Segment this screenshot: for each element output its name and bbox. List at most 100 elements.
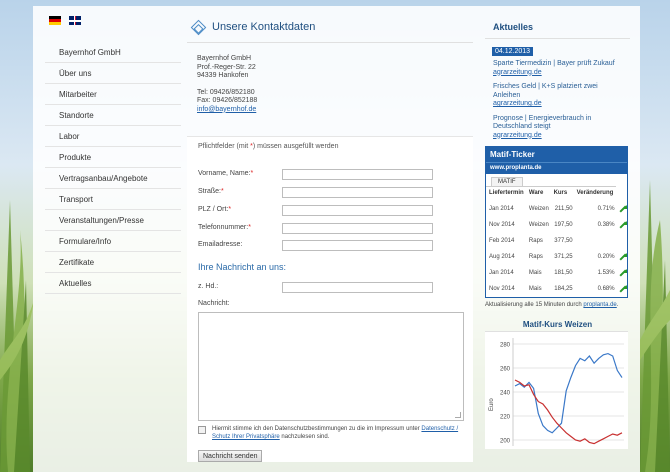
email-link[interactable]: info@bayernhof.de	[197, 106, 256, 113]
label-name: Vorname, Name:*	[198, 170, 254, 177]
submit-button[interactable]: Nachricht senden	[198, 450, 263, 462]
uk-flag-icon[interactable]	[69, 16, 81, 25]
proplanta-link[interactable]: proplanta.de	[583, 302, 616, 308]
y-tick-label: 200	[500, 439, 511, 445]
ticker-change: 0.71%	[597, 206, 615, 212]
page-title: Unsere Kontaktdaten	[212, 21, 316, 33]
nav-item-aktuelles[interactable]: Aktuelles	[45, 273, 181, 294]
message-textarea[interactable]	[198, 312, 464, 421]
ticker-ware: Raps	[528, 254, 543, 260]
ticker-ware: Raps	[528, 238, 543, 244]
phone: Tel: 09426/852180	[197, 88, 255, 96]
series-line	[514, 379, 623, 445]
label-message: Nachricht:	[198, 300, 230, 307]
street: Prof.-Reger-Str. 22	[197, 63, 256, 71]
ticker-table: Liefertermin Ware Kurs Veränderung Jan 2…	[486, 186, 627, 297]
zip-city-input[interactable]	[282, 205, 433, 216]
ticker-kurs: 184,25	[554, 286, 573, 292]
ticker-row: Nov 2014 Mais 184,25 0.68%	[486, 281, 627, 297]
ticker-date: Jan 2014	[489, 270, 514, 276]
wheat-price-chart: 200 220 240 260 280 Euro	[485, 331, 628, 449]
consent-row: Hiermit stimme ich den Datenschutzbestim…	[198, 425, 468, 441]
ticker-row: Aug 2014 Raps 371,25 0.20%	[486, 249, 627, 265]
series-line	[514, 352, 623, 434]
ticker-trend	[616, 233, 627, 249]
ticker-row: Nov 2014 Weizen 197,50 0.38%	[486, 217, 627, 233]
ticker-trend	[616, 217, 627, 233]
y-tick-label: 220	[500, 415, 511, 421]
nav-item-standorte[interactable]: Standorte	[45, 105, 181, 126]
message-heading: Ihre Nachricht an uns:	[198, 262, 287, 272]
nav-item-mitarbeiter[interactable]: Mitarbeiter	[45, 84, 181, 105]
consent-checkbox[interactable]	[198, 426, 206, 434]
chart-title: Matif-Kurs Weizen	[522, 320, 593, 329]
news-item[interactable]: Prognose | Energieverbrauch in Deutschla…	[493, 115, 625, 141]
label-attn: z. Hd.:	[198, 283, 219, 290]
label-street: Straße:*	[198, 188, 224, 195]
ticker-row: Jan 2014 Weizen 211,50 0.71%	[486, 201, 627, 217]
ticker-ware: Mais	[528, 270, 542, 276]
ticker-change	[574, 233, 616, 249]
ticker-date: Aug 2014	[489, 254, 515, 260]
ticker-date: Nov 2014	[489, 222, 515, 228]
contact-address: Bayernhof GmbH Prof.-Reger-Str. 22 94339…	[197, 55, 473, 114]
trend-up-arrow-icon	[619, 253, 626, 260]
german-flag-icon[interactable]	[49, 16, 61, 25]
ticker-title: Matif-Ticker	[486, 147, 627, 162]
ticker-change: 0.38%	[597, 222, 615, 228]
ticker-kurs: 377,50	[554, 238, 573, 244]
nav-item-formulare[interactable]: Formulare/Info	[45, 231, 181, 252]
main-content: Unsere Kontaktdaten Bayernhof GmbH Prof.…	[187, 16, 473, 462]
nav-item-vertragsanbau[interactable]: Vertragsanbau/Angebote	[45, 168, 181, 189]
nav-item-produkte[interactable]: Produkte	[45, 147, 181, 168]
ticker-ware: Weizen	[528, 222, 549, 228]
label-phone: Telefonnummer:*	[198, 224, 251, 231]
consent-text: Hiermit stimme ich den Datenschutzbestim…	[212, 426, 459, 440]
label-zip: PLZ / Ort:*	[198, 206, 232, 213]
col-liefertermin: Liefertermin	[486, 186, 526, 201]
news-date-badge: 04.12.2013	[492, 47, 534, 56]
news-item[interactable]: Sparte Tiermedizin | Bayer prüft Zukauf …	[493, 60, 625, 77]
nav-menu: Bayernhof GmbH Über uns Mitarbeiter Stan…	[45, 42, 181, 294]
ticker-kurs: 211,50	[554, 206, 573, 212]
trend-up-arrow-icon	[619, 269, 626, 276]
ticker-kurs: 371,25	[554, 254, 573, 260]
ticker-trend	[616, 201, 627, 217]
street-input[interactable]	[282, 187, 433, 198]
news-title: Aktuelles	[493, 22, 534, 32]
phone-input[interactable]	[282, 223, 433, 234]
ticker-source[interactable]: www.proplanta.de	[486, 162, 627, 174]
update-note: Aktualisierung alle 15 Minuten durch pro…	[485, 302, 619, 308]
ticker-kurs: 197,50	[554, 222, 573, 228]
nav-item-zertifikate[interactable]: Zertifikate	[45, 252, 181, 273]
name-input[interactable]	[282, 169, 433, 180]
y-tick-label: 280	[500, 343, 511, 349]
chart-svg: 200 220 240 260 280 Euro	[489, 338, 624, 446]
tab-matif[interactable]: MATIF	[491, 177, 523, 186]
page-header: Unsere Kontaktdaten	[187, 16, 473, 38]
nav-item-veranstaltungen[interactable]: Veranstaltungen/Presse	[45, 210, 181, 231]
ticker-row: Feb 2014 Raps 377,50	[486, 233, 627, 249]
ticker-change: 1.53%	[597, 270, 615, 276]
right-sidebar: Aktuelles 04.12.2013 Sparte Tiermedizin …	[485, 16, 630, 449]
attn-input[interactable]	[282, 282, 433, 293]
divider	[485, 38, 630, 39]
divider	[187, 42, 473, 43]
nav-item-bayernhof[interactable]: Bayernhof GmbH	[45, 42, 181, 63]
label-email: Emailadresse:	[198, 241, 243, 248]
nav-item-transport[interactable]: Transport	[45, 189, 181, 210]
nav-item-labor[interactable]: Labor	[45, 126, 181, 147]
y-axis-label: Euro	[489, 398, 495, 411]
ticker-date: Nov 2014	[489, 286, 515, 292]
trend-up-arrow-icon	[619, 205, 626, 212]
news-list: Sparte Tiermedizin | Bayer prüft Zukauf …	[493, 60, 625, 140]
trend-up-arrow-icon	[619, 221, 626, 228]
ticker-ware: Mais	[528, 286, 542, 292]
news-item[interactable]: Frisches Geld | K+S platziert zwei Anlei…	[493, 83, 625, 109]
nav-item-ueber-uns[interactable]: Über uns	[45, 63, 181, 84]
ticker-ware: Weizen	[528, 206, 549, 212]
ticker-row: Jan 2014 Mais 181,50 1.53%	[486, 265, 627, 281]
col-veraenderung: Veränderung	[573, 186, 616, 201]
email-input[interactable]	[282, 240, 433, 251]
diamond-icon	[190, 19, 207, 35]
